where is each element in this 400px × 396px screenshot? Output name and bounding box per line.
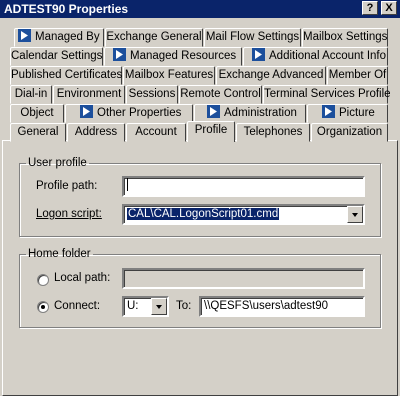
- tab-mailbox-features[interactable]: Mailbox Features: [123, 66, 215, 85]
- close-button[interactable]: X: [381, 1, 397, 15]
- tab-terminal-services-profile[interactable]: Terminal Services Profile: [263, 85, 391, 104]
- exchange-icon: [18, 29, 31, 42]
- logon-script-combobox[interactable]: CAL\CAL.LogonScript01.cmd: [122, 204, 365, 225]
- tab-additional-account-info[interactable]: Additional Account Info: [243, 47, 388, 66]
- tab-other-properties[interactable]: Other Properties: [65, 104, 193, 123]
- tab-managed-resources[interactable]: Managed Resources: [104, 47, 242, 66]
- tab-calendar-settings[interactable]: Calendar Settings: [10, 47, 103, 66]
- tab-exchange-general[interactable]: Exchange General: [105, 28, 203, 47]
- exchange-icon: [207, 105, 220, 118]
- local-path-label: Local path:: [54, 272, 111, 284]
- logon-script-value: CAL\CAL.LogonScript01.cmd: [127, 208, 280, 220]
- tab-general[interactable]: General: [10, 123, 66, 142]
- local-path-radio[interactable]: [37, 274, 49, 286]
- profile-path-input[interactable]: [122, 176, 365, 197]
- profile-path-label: Profile path:: [36, 180, 98, 192]
- exchange-icon: [322, 105, 335, 118]
- text-caret: [127, 178, 128, 191]
- connect-radio[interactable]: [37, 301, 49, 313]
- exchange-icon: [252, 48, 265, 61]
- chevron-down-icon[interactable]: [151, 298, 167, 315]
- tab-published-certificates[interactable]: Published Certificates: [10, 66, 122, 85]
- home-folder-legend: Home folder: [28, 248, 91, 260]
- home-folder-path-input[interactable]: \\QESFS\users\adtest90: [199, 296, 365, 317]
- exchange-icon: [113, 48, 126, 61]
- tab-sessions[interactable]: Sessions: [126, 85, 178, 104]
- drive-letter-value: U:: [127, 300, 139, 312]
- tab-profile[interactable]: Profile: [187, 121, 235, 142]
- chevron-down-icon[interactable]: [347, 206, 363, 223]
- tab-organization[interactable]: Organization: [311, 123, 388, 142]
- to-label: To:: [176, 300, 192, 312]
- local-path-input: [122, 268, 365, 289]
- tab-member-of[interactable]: Member Of: [327, 66, 388, 85]
- connect-label: Connect:: [54, 300, 101, 312]
- title-bar: ADTEST90 Properties ? X: [0, 0, 400, 18]
- drive-letter-select[interactable]: U:: [122, 296, 169, 317]
- user-profile-group: User profile: [19, 157, 381, 237]
- tab-telephones[interactable]: Telephones: [236, 123, 310, 142]
- tab-remote-control[interactable]: Remote Control: [179, 85, 262, 104]
- tab-exchange-advanced[interactable]: Exchange Advanced: [216, 66, 326, 85]
- tab-dial-in[interactable]: Dial-in: [10, 85, 52, 104]
- logon-script-label: Logon script:: [36, 208, 102, 220]
- tab-mail-flow-settings[interactable]: Mail Flow Settings: [204, 28, 301, 47]
- tab-account[interactable]: Account: [126, 123, 186, 142]
- help-button[interactable]: ?: [362, 1, 378, 15]
- tab-managed-by[interactable]: Managed By: [14, 28, 104, 47]
- tab-object[interactable]: Object: [10, 104, 64, 123]
- tab-picture[interactable]: Picture: [307, 104, 388, 123]
- tab-environment[interactable]: Environment: [53, 85, 125, 104]
- user-profile-legend: User profile: [28, 157, 87, 169]
- tab-mailbox-settings[interactable]: Mailbox Settings: [302, 28, 388, 47]
- window-title: ADTEST90 Properties: [4, 2, 129, 16]
- exchange-icon: [80, 105, 93, 118]
- tab-address[interactable]: Address: [67, 123, 125, 142]
- tab-panel: User profile Profile path: Logon script:…: [2, 140, 398, 396]
